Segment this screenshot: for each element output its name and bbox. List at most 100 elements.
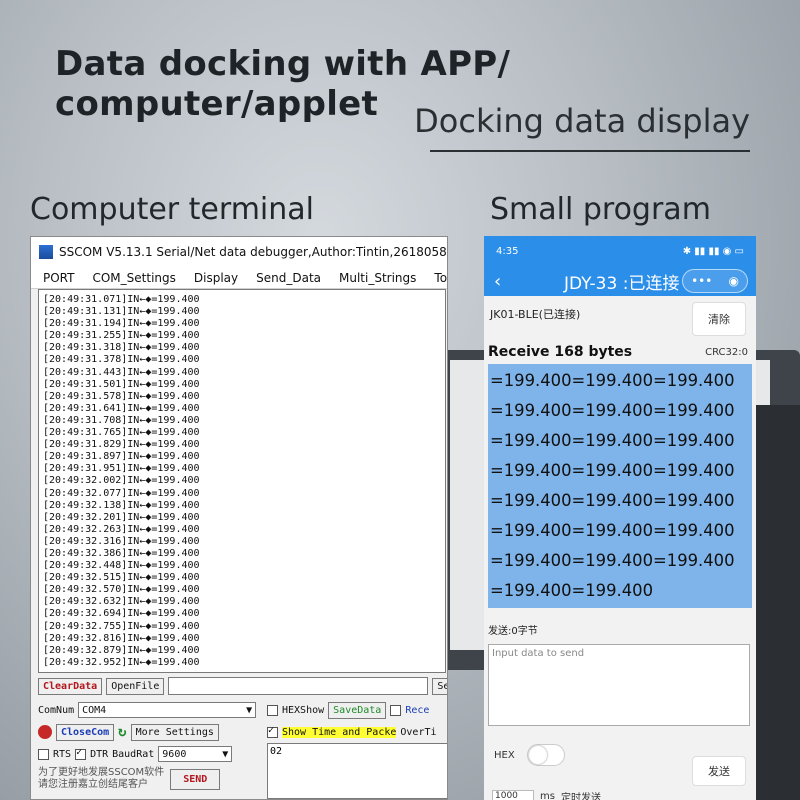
- send-text-input[interactable]: 02: [267, 743, 447, 799]
- log-line: [20:49:32.694]IN←◆=199.400: [43, 608, 200, 620]
- menu-multi-strings[interactable]: Multi_Strings: [339, 271, 416, 285]
- clear-data-button[interactable]: ClearData: [38, 677, 103, 695]
- receive-log[interactable]: [20:49:31.071]IN←◆=199.400 [20:49:31.131]…: [38, 289, 446, 673]
- log-line: [20:49:31.194]IN←◆=199.400: [43, 318, 200, 330]
- timer-label: 定时发送: [560, 793, 601, 800]
- dtr-checkbox[interactable]: [75, 747, 87, 760]
- log-line: [20:49:32.816]IN←◆=199.400: [43, 632, 200, 644]
- log-line: [20:49:32.515]IN←◆=199.400: [43, 572, 200, 584]
- phone-send-button[interactable]: 发送: [692, 756, 746, 786]
- dropdown-arrow-icon: ▼: [222, 748, 229, 760]
- close-mini-program-icon[interactable]: ◉: [728, 274, 738, 288]
- send-data-input[interactable]: Input data to send: [488, 644, 750, 726]
- log-line: [20:49:31.897]IN←◆=199.400: [43, 451, 200, 463]
- receive-label: Rece: [405, 704, 430, 716]
- rts-label: RTS: [53, 748, 72, 760]
- log-line: [20:49:32.002]IN←◆=199.400: [43, 475, 200, 487]
- menu-tools[interactable]: Tools: [434, 271, 447, 285]
- interval-input[interactable]: 1000: [492, 789, 534, 800]
- log-line: [20:49:31.443]IN←◆=199.400: [43, 366, 200, 378]
- baudrate-select[interactable]: 9600 ▼: [158, 746, 233, 762]
- show-time-label: Show Time and Packe: [282, 726, 397, 738]
- log-line: [20:49:32.386]IN←◆=199.400: [43, 547, 200, 559]
- capsule-menu[interactable]: ••• ◉: [682, 269, 748, 293]
- sscom-window: SSCOM V5.13.1 Serial/Net data debugger,A…: [30, 236, 448, 800]
- hex-toggle[interactable]: [526, 744, 565, 766]
- status-time: 4:35: [496, 245, 519, 257]
- log-line: [20:49:31.578]IN←◆=199.400: [43, 390, 200, 402]
- dtr-label: DTR: [90, 748, 109, 760]
- overtime-label: OverTi: [400, 726, 437, 738]
- port-settings-panel: ComNum COM4 ▼ CloseCom ↻ More Settings R…: [38, 699, 264, 799]
- log-line: [20:49:32.632]IN←◆=199.400: [43, 596, 200, 608]
- comnum-select[interactable]: COM4 ▼: [78, 702, 257, 718]
- window-title-bar: SSCOM V5.13.1 Serial/Net data debugger,A…: [31, 237, 447, 267]
- open-file-button[interactable]: OpenFile: [106, 677, 165, 695]
- phone-status-bar: 4:35 ✱ ▮▮ ▮▮ ◉ ▭: [484, 236, 756, 266]
- phone-nav-bar: ‹ JDY-33 :已连接 ••• ◉: [484, 266, 756, 296]
- log-line: [20:49:32.077]IN←◆=199.400: [43, 487, 200, 499]
- hexshow-label: HEXShow: [282, 704, 325, 716]
- subheadline: Docking data display: [414, 102, 750, 140]
- phone-mini-program: 4:35 ✱ ▮▮ ▮▮ ◉ ▭ ‹ JDY-33 :已连接 ••• ◉ JK0…: [484, 236, 756, 800]
- send-button[interactable]: SEND: [170, 768, 221, 790]
- log-line: [20:49:31.765]IN←◆=199.400: [43, 427, 200, 439]
- status-icons: ✱ ▮▮ ▮▮ ◉ ▭: [682, 245, 744, 257]
- sscom-app-icon: [39, 245, 53, 259]
- hex-row: HEX: [494, 744, 565, 766]
- small-program-label: Small program: [490, 192, 711, 227]
- log-line: [20:49:32.952]IN←◆=199.400: [43, 656, 200, 668]
- file-toolbar: ClearData OpenFile Se: [38, 675, 447, 697]
- log-line: [20:49:32.138]IN←◆=199.400: [43, 499, 200, 511]
- log-line: [20:49:32.879]IN←◆=199.400: [43, 644, 200, 656]
- dropdown-arrow-icon: ▼: [246, 704, 253, 716]
- menu-bar: PORT COM_Settings Display Send_Data Mult…: [31, 267, 447, 289]
- clear-button[interactable]: 清除: [692, 302, 746, 336]
- send-file-button[interactable]: Se: [432, 677, 447, 695]
- menu-port[interactable]: PORT: [43, 271, 74, 285]
- port-status-icon: [38, 725, 52, 739]
- menu-display[interactable]: Display: [194, 271, 238, 285]
- display-options-panel: HEXShow SaveData Rece Show Time and Pack…: [267, 699, 447, 799]
- rts-checkbox[interactable]: [38, 748, 49, 760]
- refresh-icon[interactable]: ↻: [118, 724, 126, 740]
- receive-title: Receive 168 bytes: [488, 344, 633, 360]
- hexshow-checkbox[interactable]: [267, 704, 278, 716]
- interval-unit: ms: [540, 791, 555, 800]
- background-pc-tower: [755, 405, 800, 800]
- send-byte-count: 发送:0字节: [488, 626, 538, 637]
- log-line: [20:49:31.501]IN←◆=199.400: [43, 378, 200, 390]
- log-line: [20:49:31.071]IN←◆=199.400: [43, 294, 200, 305]
- more-settings-button[interactable]: More Settings: [130, 723, 219, 741]
- timer-row: 1000 ms 定时发送: [492, 789, 601, 800]
- promo-line-2: 请您注册嘉立创结尾客户: [38, 779, 148, 790]
- log-line: [20:49:31.378]IN←◆=199.400: [43, 354, 200, 366]
- comnum-value: COM4: [82, 704, 107, 716]
- show-time-checkbox[interactable]: [267, 725, 278, 738]
- menu-send-data[interactable]: Send_Data: [256, 271, 321, 285]
- log-line: [20:49:31.318]IN←◆=199.400: [43, 342, 200, 354]
- log-line: [20:49:31.829]IN←◆=199.400: [43, 439, 200, 451]
- receive-checkbox[interactable]: [390, 704, 402, 716]
- file-path-input[interactable]: [168, 677, 429, 695]
- log-line: [20:49:31.951]IN←◆=199.400: [43, 463, 200, 475]
- promo-line-1: 为了更好地发展SSCOM软件: [38, 767, 165, 778]
- menu-com-settings[interactable]: COM_Settings: [92, 271, 175, 285]
- device-row: JK01-BLE(已连接) 清除: [484, 296, 756, 342]
- baudrate-label: BaudRat: [112, 748, 155, 760]
- log-line: [20:49:31.641]IN←◆=199.400: [43, 402, 200, 414]
- log-line: [20:49:32.316]IN←◆=199.400: [43, 535, 200, 547]
- back-icon[interactable]: ‹: [494, 271, 514, 292]
- log-line: [20:49:32.201]IN←◆=199.400: [43, 511, 200, 523]
- device-name: JK01-BLE(已连接): [490, 308, 581, 321]
- log-line: [20:49:31.131]IN←◆=199.400: [43, 306, 200, 318]
- hex-label: HEX: [494, 749, 515, 761]
- log-line: [20:49:32.448]IN←◆=199.400: [43, 560, 200, 572]
- received-data-box: =199.400=199.400=199.400=199.400=199.400…: [488, 364, 752, 608]
- nav-title: JDY-33 :已连接: [564, 273, 680, 294]
- more-icon[interactable]: •••: [691, 274, 712, 288]
- comnum-label: ComNum: [38, 704, 75, 716]
- close-com-button[interactable]: CloseCom: [56, 723, 115, 741]
- crc-label: CRC32:0: [705, 347, 748, 358]
- save-data-button[interactable]: SaveData: [328, 701, 387, 719]
